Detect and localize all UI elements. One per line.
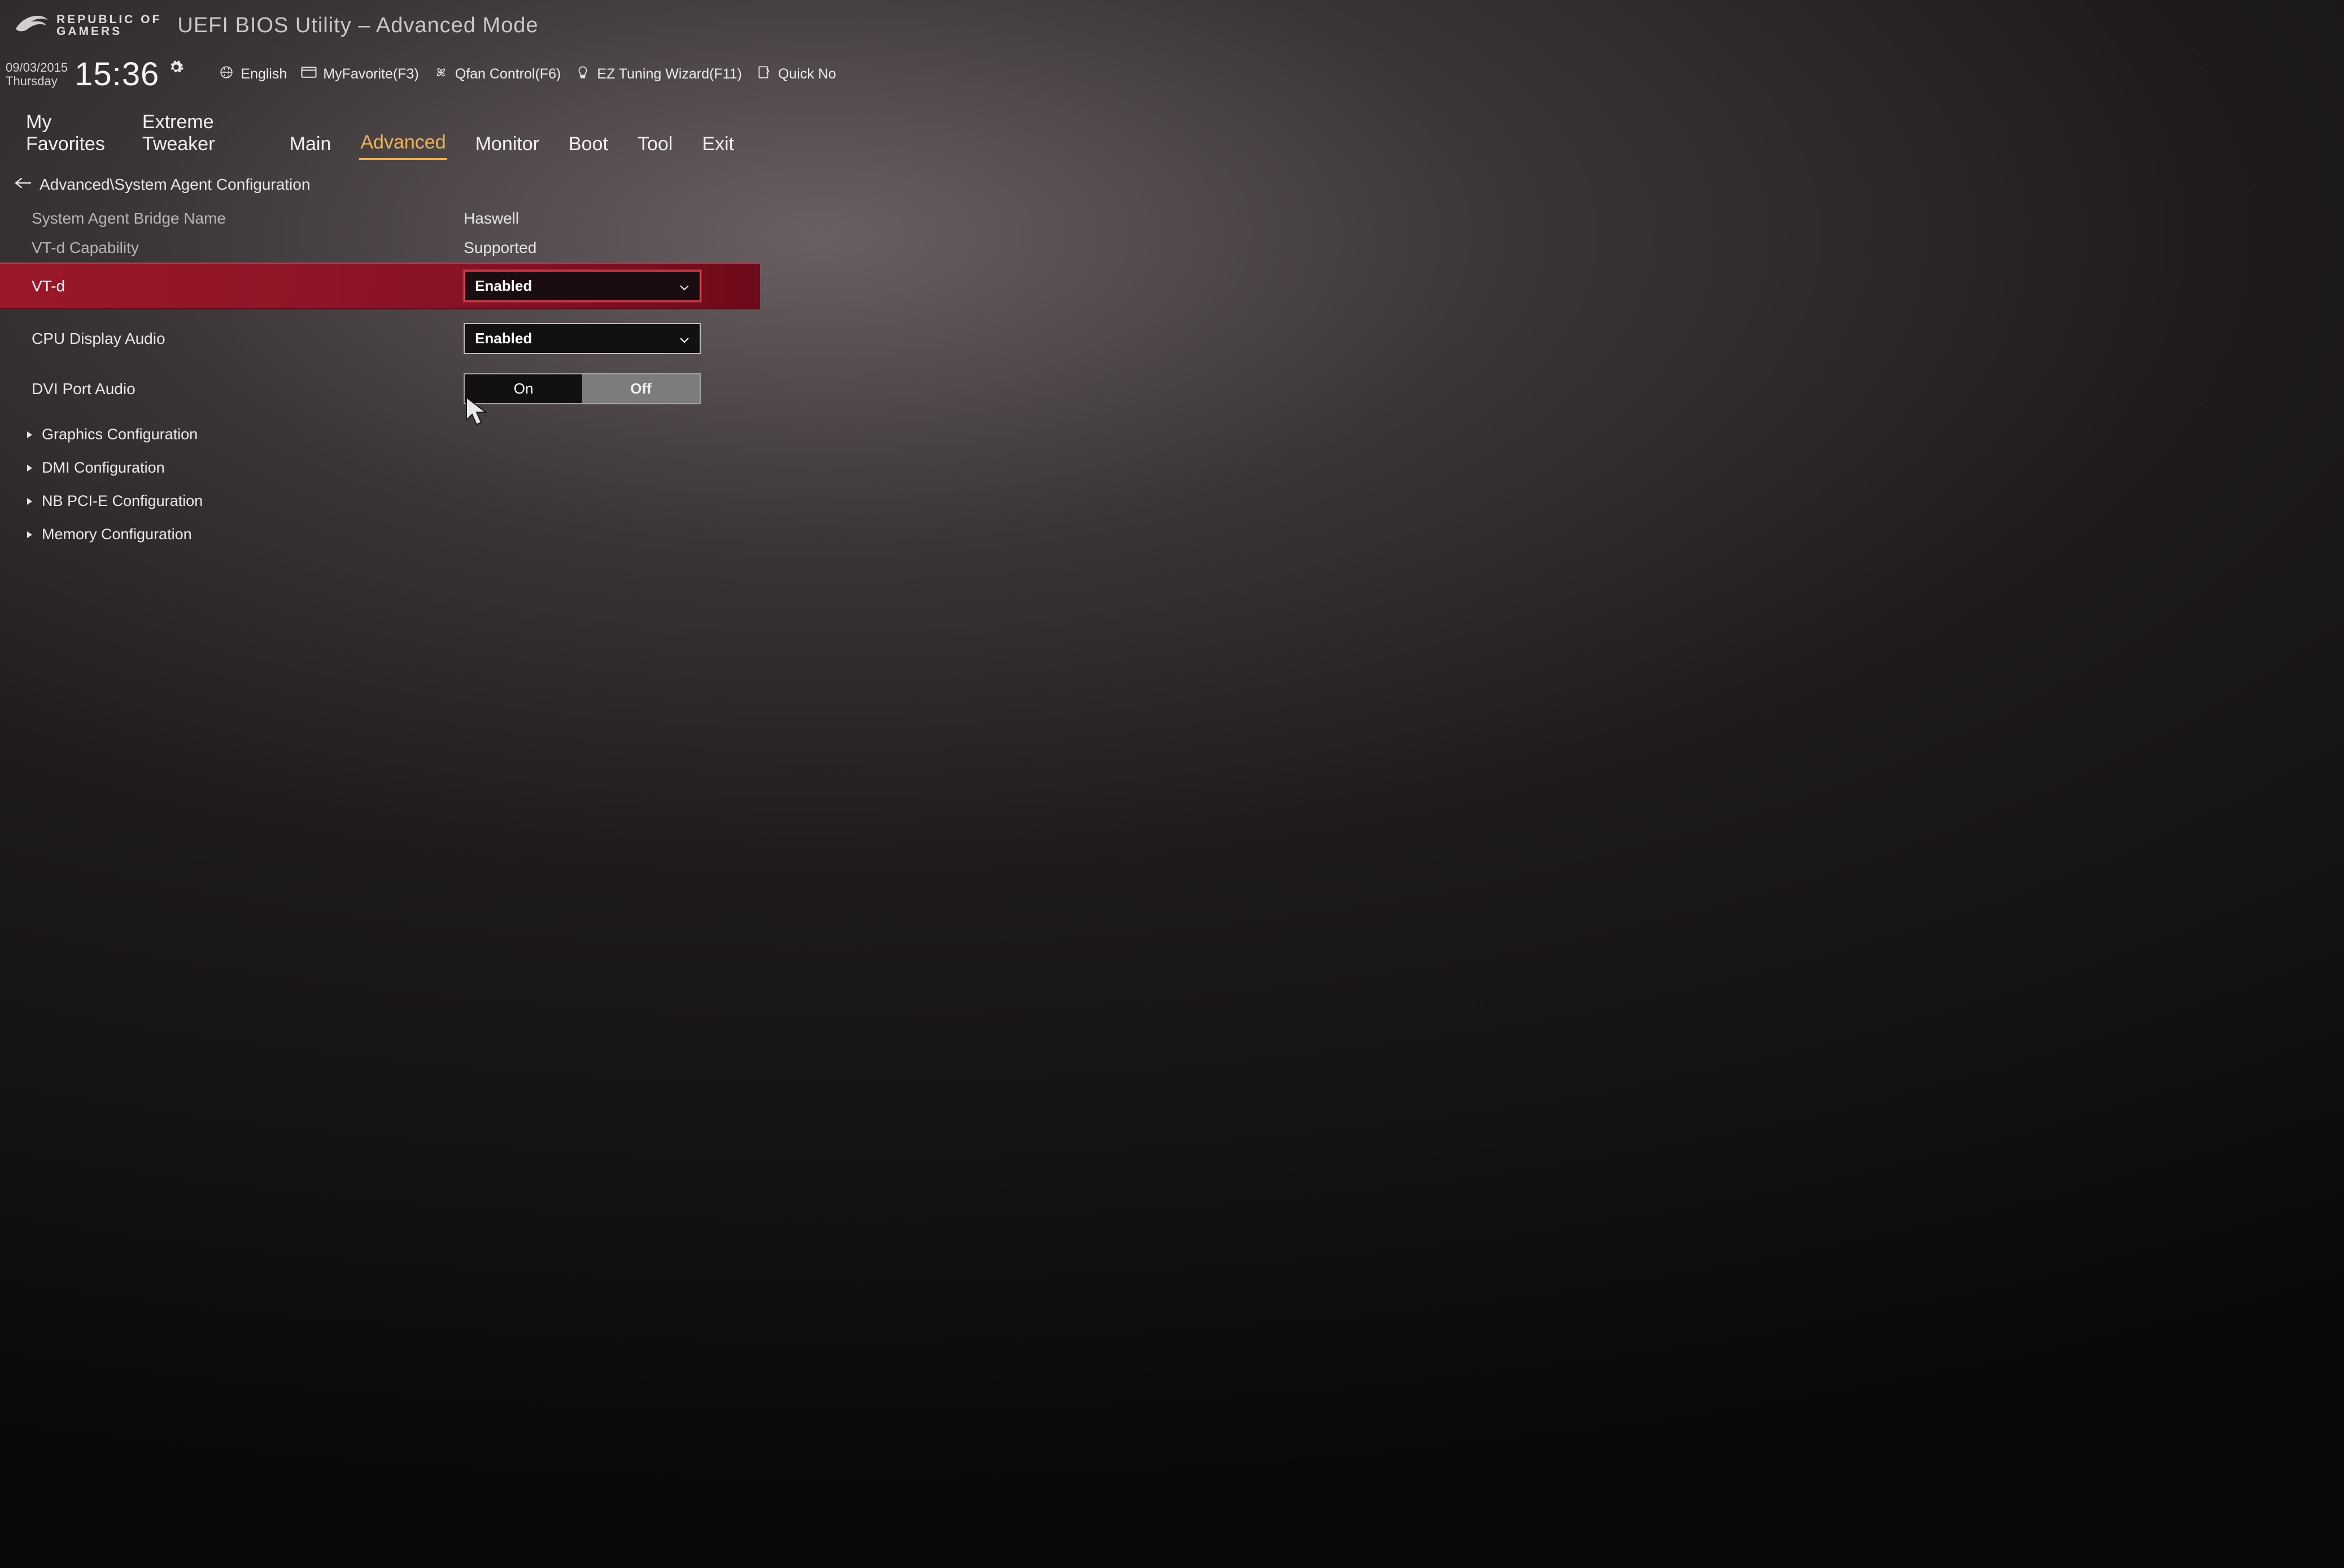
bios-screen: REPUBLIC OF GAMERS UEFI BIOS Utility – A…	[0, 0, 760, 506]
time-text: 15:36	[75, 55, 159, 93]
eztuning-button[interactable]: EZ Tuning Wizard(F11)	[568, 63, 749, 86]
row-bridge-name: System Agent Bridge Name Haswell	[0, 204, 760, 233]
bridge-label: System Agent Bridge Name	[32, 209, 464, 228]
dvi-toggle[interactable]: On Off	[464, 373, 701, 404]
row-vtd[interactable]: VT-d Enabled	[0, 263, 760, 309]
tab-main[interactable]: Main	[289, 131, 333, 160]
tab-boot[interactable]: Boot	[568, 131, 609, 160]
globe-icon	[218, 65, 235, 84]
tab-tool[interactable]: Tool	[636, 131, 674, 160]
brand-line2: GAMERS	[56, 25, 161, 37]
window-icon	[300, 65, 317, 84]
back-arrow-icon[interactable]	[14, 176, 32, 194]
qfan-button[interactable]: Qfan Control(F6)	[426, 63, 568, 86]
triangle-right-icon	[25, 526, 34, 543]
quicknote-button[interactable]: Quick No	[749, 63, 843, 86]
submenu-nbpcie[interactable]: NB PCI-E Configuration	[0, 484, 760, 518]
vtd-label: VT-d	[32, 277, 464, 295]
tab-tweaker[interactable]: Extreme Tweaker	[141, 109, 261, 160]
bulb-icon	[574, 65, 591, 84]
rog-logo: REPUBLIC OF GAMERS	[14, 11, 161, 40]
info-bar: 09/03/2015 Thursday 15:36 English MyFavo…	[0, 45, 760, 103]
day-text: Thursday	[6, 75, 68, 88]
dvi-label: DVI Port Audio	[32, 380, 464, 398]
language-button[interactable]: English	[211, 63, 294, 86]
date-text: 09/03/2015	[6, 61, 68, 74]
tab-favorites[interactable]: My Favorites	[25, 109, 114, 160]
chevron-down-icon	[679, 277, 689, 295]
submenu-memory[interactable]: Memory Configuration	[0, 518, 760, 551]
row-dvi-port-audio[interactable]: DVI Port Audio On Off	[0, 368, 760, 410]
row-cpu-display-audio[interactable]: CPU Display Audio Enabled	[0, 317, 760, 360]
tab-monitor[interactable]: Monitor	[474, 131, 540, 160]
myfavorite-button[interactable]: MyFavorite(F3)	[294, 63, 425, 86]
vtd-dropdown-value: Enabled	[475, 277, 532, 295]
row-vtd-capability: VT-d Capability Supported	[0, 233, 760, 263]
cpu-disp-label: CPU Display Audio	[32, 330, 464, 348]
bridge-value: Haswell	[464, 209, 728, 228]
dvi-toggle-off[interactable]: Off	[582, 374, 700, 403]
tab-exit[interactable]: Exit	[701, 131, 735, 160]
datetime-block: 09/03/2015 Thursday 15:36	[6, 55, 198, 93]
gear-icon[interactable]	[168, 59, 184, 79]
vtd-cap-value: Supported	[464, 239, 728, 257]
triangle-right-icon	[25, 492, 34, 510]
tab-advanced[interactable]: Advanced	[359, 129, 447, 160]
fan-icon	[433, 65, 449, 84]
rog-eye-icon	[14, 11, 49, 40]
vtd-cap-label: VT-d Capability	[32, 239, 464, 257]
breadcrumb[interactable]: Advanced\System Agent Configuration	[0, 163, 760, 204]
note-icon	[756, 65, 772, 84]
header: REPUBLIC OF GAMERS UEFI BIOS Utility – A…	[0, 0, 760, 45]
triangle-right-icon	[25, 426, 34, 443]
settings-panel: System Agent Bridge Name Haswell VT-d Ca…	[0, 204, 760, 551]
chevron-down-icon	[679, 330, 689, 347]
vtd-dropdown[interactable]: Enabled	[464, 270, 701, 302]
cpu-disp-dropdown-value: Enabled	[475, 330, 532, 347]
cpu-disp-dropdown[interactable]: Enabled	[464, 323, 701, 354]
brand-line1: REPUBLIC OF	[56, 14, 161, 25]
page-title: UEFI BIOS Utility – Advanced Mode	[177, 14, 538, 38]
tab-bar: My Favorites Extreme Tweaker Main Advanc…	[0, 103, 760, 163]
mouse-cursor-icon	[463, 395, 490, 431]
submenu-dmi[interactable]: DMI Configuration	[0, 451, 760, 484]
submenu-graphics[interactable]: Graphics Configuration	[0, 418, 760, 451]
breadcrumb-text: Advanced\System Agent Configuration	[40, 176, 310, 194]
triangle-right-icon	[25, 459, 34, 477]
